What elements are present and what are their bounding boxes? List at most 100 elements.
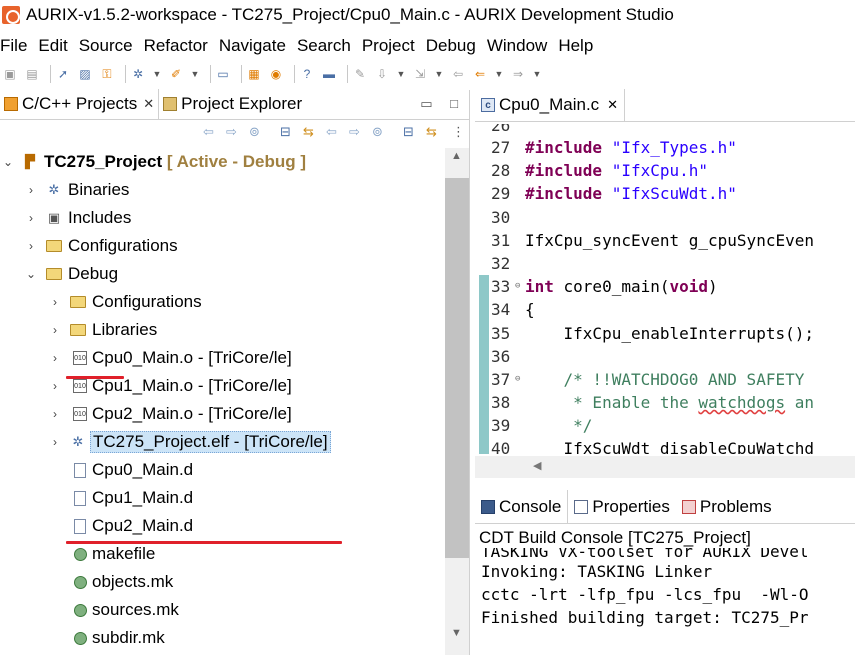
code-line[interactable]: 39 */ (475, 414, 855, 438)
collapse-all-icon[interactable]: ⊟ (403, 124, 414, 140)
key-icon[interactable]: ⚿ (99, 66, 115, 82)
code-line[interactable]: 36 (475, 344, 855, 368)
back-icon[interactable]: ⇐ (472, 66, 488, 82)
tab-project-explorer[interactable]: Project Explorer (159, 89, 306, 119)
chevron-right-icon[interactable]: › (49, 379, 61, 393)
code-line[interactable]: 40 IfxScuWdt_disableCpuWatchd (475, 437, 855, 454)
menu-help[interactable]: Help (558, 36, 593, 56)
code-line[interactable]: 31 IfxCpu_syncEvent g_cpuSyncEven (475, 229, 855, 252)
menu-edit[interactable]: Edit (38, 36, 67, 56)
scroll-up-icon[interactable]: ▲ (451, 150, 462, 162)
tree-item-binaries[interactable]: › ✲ Binaries (0, 176, 445, 204)
code-line[interactable]: 32 (475, 252, 855, 275)
terminal-icon[interactable]: ▭ (215, 66, 231, 82)
editor-horizontal-scrollbar[interactable]: ◀ (475, 456, 855, 478)
menu-refactor[interactable]: Refactor (144, 36, 208, 56)
tree-item-cpu0-dep[interactable]: Cpu0_Main.d (0, 456, 445, 484)
close-icon[interactable]: ✕ (607, 97, 618, 113)
back-icon[interactable]: ⇦ (203, 124, 214, 140)
up-icon[interactable]: ⊚ (372, 124, 383, 140)
code-line[interactable]: 27 #include "Ifx_Types.h" (475, 136, 855, 159)
scroll-left-icon[interactable]: ◀ (533, 459, 541, 472)
tree-item-subdir-mk[interactable]: subdir.mk (0, 624, 445, 652)
chevron-down-icon[interactable]: ⌄ (25, 267, 37, 281)
back-icon[interactable]: ⇦ (326, 124, 337, 140)
tree-item-cpu2-object[interactable]: › 010 Cpu2_Main.o - [TriCore/le] (0, 400, 445, 428)
code-area[interactable]: 26 27 #include "Ifx_Types.h" 28 #include "If… (475, 124, 855, 454)
menu-search[interactable]: Search (297, 36, 351, 56)
forward-icon[interactable]: ⇨ (226, 124, 237, 140)
help-icon[interactable]: ? (299, 66, 315, 82)
next-edit-dropdown-icon[interactable]: ▼ (434, 66, 444, 82)
console-output[interactable]: TASKING VX-toolset for AURIX Devel Invok… (481, 548, 855, 655)
forward-icon[interactable]: ⇨ (349, 124, 360, 140)
code-line[interactable]: 29 #include "IfxScuWdt.h" (475, 182, 855, 205)
collapse-all-icon[interactable]: ⊟ (280, 124, 291, 140)
close-icon[interactable]: ✕ (143, 96, 154, 112)
tree-item-includes[interactable]: › ▣ Includes (0, 204, 445, 232)
maximize-icon[interactable]: □ (450, 96, 458, 111)
code-line[interactable]: 28 #include "IfxCpu.h" (475, 159, 855, 182)
code-line[interactable]: 34 { (475, 298, 855, 322)
debug-dropdown-icon[interactable]: ▼ (152, 66, 162, 82)
menu-navigate[interactable]: Navigate (219, 36, 286, 56)
tab-cpp-projects[interactable]: C/C++ Projects ✕ (0, 89, 160, 119)
menu-window[interactable]: Window (487, 36, 547, 56)
tree-item-sources-mk[interactable]: sources.mk (0, 596, 445, 624)
tree-item-libraries[interactable]: › Libraries (0, 316, 445, 344)
menu-file[interactable]: File (0, 36, 27, 56)
scroll-down-icon[interactable]: ▼ (451, 627, 462, 639)
chevron-right-icon[interactable]: › (25, 239, 37, 253)
code-line[interactable]: 30 (475, 206, 855, 229)
build-icon[interactable]: ➚ (55, 66, 71, 82)
chevron-right-icon[interactable]: › (25, 211, 37, 225)
chevron-right-icon[interactable]: › (49, 351, 61, 365)
next-edit-icon[interactable]: ⇲ (412, 66, 428, 82)
debug-icon[interactable]: ✲ (130, 66, 146, 82)
external-tool-dropdown-icon[interactable]: ▼ (190, 66, 200, 82)
tab-properties[interactable]: Properties (568, 490, 675, 524)
new-project-icon[interactable]: ▦ (246, 66, 262, 82)
tree-item-cpu0-object[interactable]: › 010 Cpu0_Main.o - [TriCore/le] (0, 344, 445, 372)
chevron-right-icon[interactable]: › (49, 295, 61, 309)
forward-dropdown-icon[interactable]: ▼ (532, 66, 542, 82)
tree-item-cpu1-dep[interactable]: Cpu1_Main.d (0, 484, 445, 512)
back-dropdown-icon[interactable]: ▼ (494, 66, 504, 82)
last-edit-icon[interactable]: ⇦ (450, 66, 466, 82)
tree-scrollbar[interactable]: ▲ ▼ (445, 148, 469, 655)
fold-toggle-icon[interactable]: ⊖ (515, 368, 520, 391)
code-line[interactable]: 26 (475, 124, 855, 136)
tree-item-debug-configurations[interactable]: › Configurations (0, 288, 445, 316)
chevron-right-icon[interactable]: › (25, 183, 37, 197)
link-editor-icon[interactable]: ⇆ (426, 124, 437, 140)
view-menu-icon[interactable]: ⋮ (452, 124, 465, 140)
tree-item-objects-mk[interactable]: objects.mk (0, 568, 445, 596)
code-line[interactable]: 33 ⊖ int core0_main(void) (475, 275, 855, 299)
save-icon[interactable]: ▣ (2, 66, 18, 82)
minimize-icon[interactable]: ▭ (420, 96, 432, 111)
menu-debug[interactable]: Debug (426, 36, 476, 56)
scrollbar-thumb[interactable] (445, 178, 469, 558)
tree-item-makefile[interactable]: makefile (0, 540, 445, 568)
code-line[interactable]: 35 IfxCpu_enableInterrupts(); (475, 321, 855, 345)
link-editor-icon[interactable]: ⇆ (303, 124, 314, 140)
tab-problems[interactable]: Problems (676, 490, 778, 524)
tree-item-cpu2-dep[interactable]: Cpu2_Main.d (0, 512, 445, 540)
tree-item-elf[interactable]: › ✲ TC275_Project.elf - [TriCore/le] (0, 428, 445, 456)
code-line[interactable]: 38 * Enable the watchdogs an (475, 391, 855, 415)
menu-source[interactable]: Source (79, 36, 133, 56)
annotation-icon[interactable]: ⇩ (374, 66, 390, 82)
save-all-icon[interactable]: ▤ (24, 66, 40, 82)
chevron-down-icon[interactable]: ⌄ (2, 155, 14, 169)
chat-icon[interactable]: ▬ (321, 66, 337, 82)
forward-icon[interactable]: ⇒ (510, 66, 526, 82)
tree-item-project[interactable]: ⌄ ▛ TC275_Project [ Active - Debug ] (0, 148, 445, 176)
target-icon[interactable]: ◉ (268, 66, 284, 82)
pen-icon[interactable]: ✎ (352, 66, 368, 82)
chevron-right-icon[interactable]: › (49, 407, 61, 421)
chart-icon[interactable]: ▨ (77, 66, 93, 82)
tree-item-configurations[interactable]: › Configurations (0, 232, 445, 260)
code-line[interactable]: 37 ⊖ /* !!WATCHDOG0 AND SAFETY (475, 367, 855, 392)
menu-project[interactable]: Project (362, 36, 415, 56)
tab-cpu0-main[interactable]: c Cpu0_Main.c ✕ (475, 89, 626, 121)
